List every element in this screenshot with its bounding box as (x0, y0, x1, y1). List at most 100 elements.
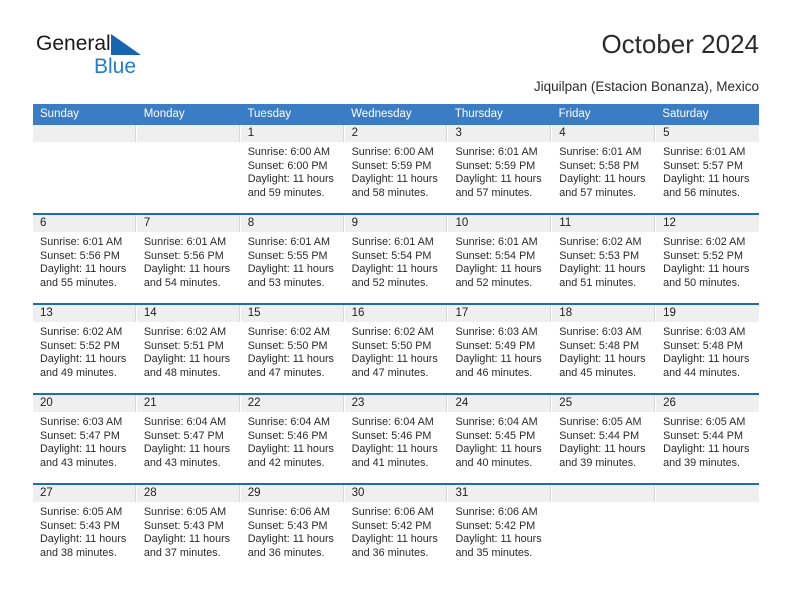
daylight-text-line1: Daylight: 11 hours (663, 353, 750, 366)
day-cell[interactable]: 11 Sunrise: 6:02 AM Sunset: 5:53 PM Dayligh… (552, 215, 657, 303)
day-cell[interactable]: 10 Sunrise: 6:01 AM Sunset: 5:54 PM Dayligh… (448, 215, 553, 303)
day-cell[interactable]: 19 Sunrise: 6:03 AM Sunset: 5:48 PM Dayligh… (656, 305, 760, 393)
day-cell[interactable]: 27 Sunrise: 6:05 AM Sunset: 5:43 PM Dayligh… (33, 485, 137, 573)
sunrise-text: Sunrise: 6:01 AM (40, 236, 123, 248)
day-number-band: 19 (656, 305, 760, 322)
daylight-text-line1: Daylight: 11 hours (663, 263, 750, 276)
daylight-text-line1: Daylight: 11 hours (455, 533, 542, 546)
sunset-text: Sunset: 5:59 PM (351, 159, 432, 172)
sunset-text: Sunset: 5:52 PM (40, 339, 120, 352)
sunset-text: Sunset: 5:42 PM (455, 519, 536, 532)
week-cells: 6 Sunrise: 6:01 AM Sunset: 5:56 PM Daylight… (33, 215, 760, 303)
daylight-text-line1: Daylight: 11 hours (40, 443, 127, 456)
day-cell[interactable]: 1 Sunrise: 6:00 AM Sunset: 6:00 PM Daylight… (240, 125, 345, 213)
daylight-text-line1: Daylight: 11 hours (663, 443, 750, 456)
day-cell[interactable]: 24 Sunrise: 6:04 AM Sunset: 5:45 PM Dayligh… (448, 395, 553, 483)
daylight-text-line2: and 52 minutes. (351, 276, 429, 289)
day-cell[interactable]: 6 Sunrise: 6:01 AM Sunset: 5:56 PM Daylight… (33, 215, 137, 303)
day-number: 10 (455, 217, 469, 229)
weekday-header-thursday: Thursday (454, 108, 503, 120)
day-number: 22 (247, 397, 261, 409)
day-cell[interactable]: 30 Sunrise: 6:06 AM Sunset: 5:42 PM Dayligh… (344, 485, 449, 573)
calendar-week-row: 13 Sunrise: 6:02 AM Sunset: 5:52 PM Dayligh… (33, 303, 760, 393)
weekday-header-sunday: Sunday (40, 108, 80, 120)
daylight-text-line1: Daylight: 11 hours (247, 533, 334, 546)
daylight-text-line1: Daylight: 11 hours (559, 353, 646, 366)
day-cell[interactable]: 15 Sunrise: 6:02 AM Sunset: 5:50 PM Dayligh… (240, 305, 345, 393)
day-cell[interactable]: 21 Sunrise: 6:04 AM Sunset: 5:47 PM Dayligh… (136, 395, 241, 483)
day-cell[interactable]: 8 Sunrise: 6:01 AM Sunset: 5:55 PM Daylight… (240, 215, 345, 303)
day-number: 20 (40, 397, 53, 409)
day-cell[interactable]: 16 Sunrise: 6:02 AM Sunset: 5:50 PM Dayligh… (344, 305, 449, 393)
day-cell[interactable]: 3 Sunrise: 6:01 AM Sunset: 5:59 PM Daylight… (448, 125, 553, 213)
day-details: Sunrise: 6:02 AM Sunset: 5:50 PM Daylight:… (241, 322, 344, 380)
day-number: 6 (40, 217, 47, 229)
day-cell[interactable]: 5 Sunrise: 6:01 AM Sunset: 5:57 PM Daylight… (656, 125, 760, 213)
sunset-text: Sunset: 5:43 PM (143, 519, 224, 532)
day-cell[interactable]: 7 Sunrise: 6:01 AM Sunset: 5:56 PM Daylight… (136, 215, 241, 303)
day-cell[interactable]: 25 Sunrise: 6:05 AM Sunset: 5:44 PM Dayligh… (552, 395, 657, 483)
sunrise-text: Sunrise: 6:03 AM (559, 326, 642, 338)
daylight-text-line1: Daylight: 11 hours (559, 173, 646, 186)
daylight-text-line2: and 39 minutes. (663, 456, 740, 469)
day-cell[interactable]: 2 Sunrise: 6:00 AM Sunset: 5:59 PM Daylight… (344, 125, 449, 213)
day-cell[interactable]: 12 Sunrise: 6:02 AM Sunset: 5:52 PM Dayligh… (656, 215, 760, 303)
daylight-text-line1: Daylight: 11 hours (143, 263, 231, 276)
day-cell[interactable]: 22 Sunrise: 6:04 AM Sunset: 5:46 PM Dayligh… (240, 395, 345, 483)
day-number-band: 27 (33, 485, 136, 502)
day-number: 30 (351, 487, 365, 499)
day-number: 16 (351, 307, 365, 319)
day-number: 31 (455, 487, 469, 499)
week-cells: 1 Sunrise: 6:00 AM Sunset: 6:00 PM Daylight… (33, 125, 760, 213)
daylight-text-line1: Daylight: 11 hours (559, 443, 646, 456)
day-number: 13 (40, 307, 53, 319)
sunset-text: Sunset: 5:50 PM (247, 339, 328, 352)
day-cell[interactable]: 17 Sunrise: 6:03 AM Sunset: 5:49 PM Dayligh… (448, 305, 553, 393)
generalblue-logo[interactable]: General Blue (36, 32, 236, 90)
daylight-text-line1: Daylight: 11 hours (351, 443, 438, 456)
daylight-text-line1: Daylight: 11 hours (455, 353, 542, 366)
day-details: Sunrise: 6:01 AM Sunset: 5:59 PM Daylight:… (448, 142, 551, 200)
blue-triangle-icon (111, 34, 141, 55)
sunset-text: Sunset: 5:53 PM (559, 249, 640, 262)
day-details: Sunrise: 6:06 AM Sunset: 5:43 PM Daylight:… (241, 502, 344, 560)
sunrise-text: Sunrise: 6:03 AM (40, 416, 123, 428)
day-cell[interactable]: 29 Sunrise: 6:06 AM Sunset: 5:43 PM Dayligh… (240, 485, 345, 573)
day-cell[interactable]: 28 Sunrise: 6:05 AM Sunset: 5:43 PM Dayligh… (136, 485, 241, 573)
day-number: 8 (247, 217, 255, 229)
sunrise-text: Sunrise: 6:01 AM (351, 236, 434, 248)
day-cell[interactable]: 26 Sunrise: 6:05 AM Sunset: 5:44 PM Dayligh… (656, 395, 760, 483)
day-cell[interactable]: 13 Sunrise: 6:02 AM Sunset: 5:52 PM Dayligh… (33, 305, 137, 393)
daylight-text-line1: Daylight: 11 hours (455, 443, 542, 456)
day-cell[interactable]: 31 Sunrise: 6:06 AM Sunset: 5:42 PM Dayligh… (448, 485, 553, 573)
day-number-band: 6 (33, 215, 136, 232)
sunset-text: Sunset: 5:52 PM (663, 249, 743, 262)
sunset-text: Sunset: 5:54 PM (455, 249, 536, 262)
day-number-band: 7 (136, 215, 240, 232)
day-number: 26 (663, 397, 676, 409)
day-details: Sunrise: 6:02 AM Sunset: 5:51 PM Daylight:… (137, 322, 240, 380)
day-number: 14 (143, 307, 157, 319)
daylight-text-line2: and 54 minutes. (143, 276, 221, 289)
day-cell[interactable]: 4 Sunrise: 6:01 AM Sunset: 5:58 PM Daylight… (552, 125, 657, 213)
day-details: Sunrise: 6:01 AM Sunset: 5:56 PM Daylight:… (137, 232, 240, 290)
day-cell[interactable]: 18 Sunrise: 6:03 AM Sunset: 5:48 PM Dayligh… (552, 305, 657, 393)
sunset-text: Sunset: 5:58 PM (559, 159, 640, 172)
day-number: 7 (143, 217, 151, 229)
sunset-text: Sunset: 5:55 PM (247, 249, 328, 262)
day-number-band: 22 (240, 395, 344, 412)
day-cell[interactable]: 9 Sunrise: 6:01 AM Sunset: 5:54 PM Daylight… (344, 215, 449, 303)
day-cell[interactable]: 23 Sunrise: 6:04 AM Sunset: 5:46 PM Dayligh… (344, 395, 449, 483)
day-cell[interactable]: 14 Sunrise: 6:02 AM Sunset: 5:51 PM Dayligh… (136, 305, 241, 393)
day-number: 24 (455, 397, 469, 409)
daylight-text-line1: Daylight: 11 hours (351, 173, 438, 186)
day-details: Sunrise: 6:01 AM Sunset: 5:58 PM Daylight:… (552, 142, 655, 200)
sunrise-text: Sunrise: 6:00 AM (351, 146, 434, 158)
day-details: Sunrise: 6:04 AM Sunset: 5:45 PM Daylight:… (448, 412, 551, 470)
sunset-text: Sunset: 5:47 PM (143, 429, 224, 442)
day-cell-empty (136, 125, 241, 213)
day-cell[interactable]: 20 Sunrise: 6:03 AM Sunset: 5:47 PM Dayligh… (33, 395, 137, 483)
day-cell-empty (552, 485, 657, 573)
sunrise-text: Sunrise: 6:02 AM (351, 326, 434, 338)
daylight-text-line2: and 41 minutes. (351, 456, 429, 469)
